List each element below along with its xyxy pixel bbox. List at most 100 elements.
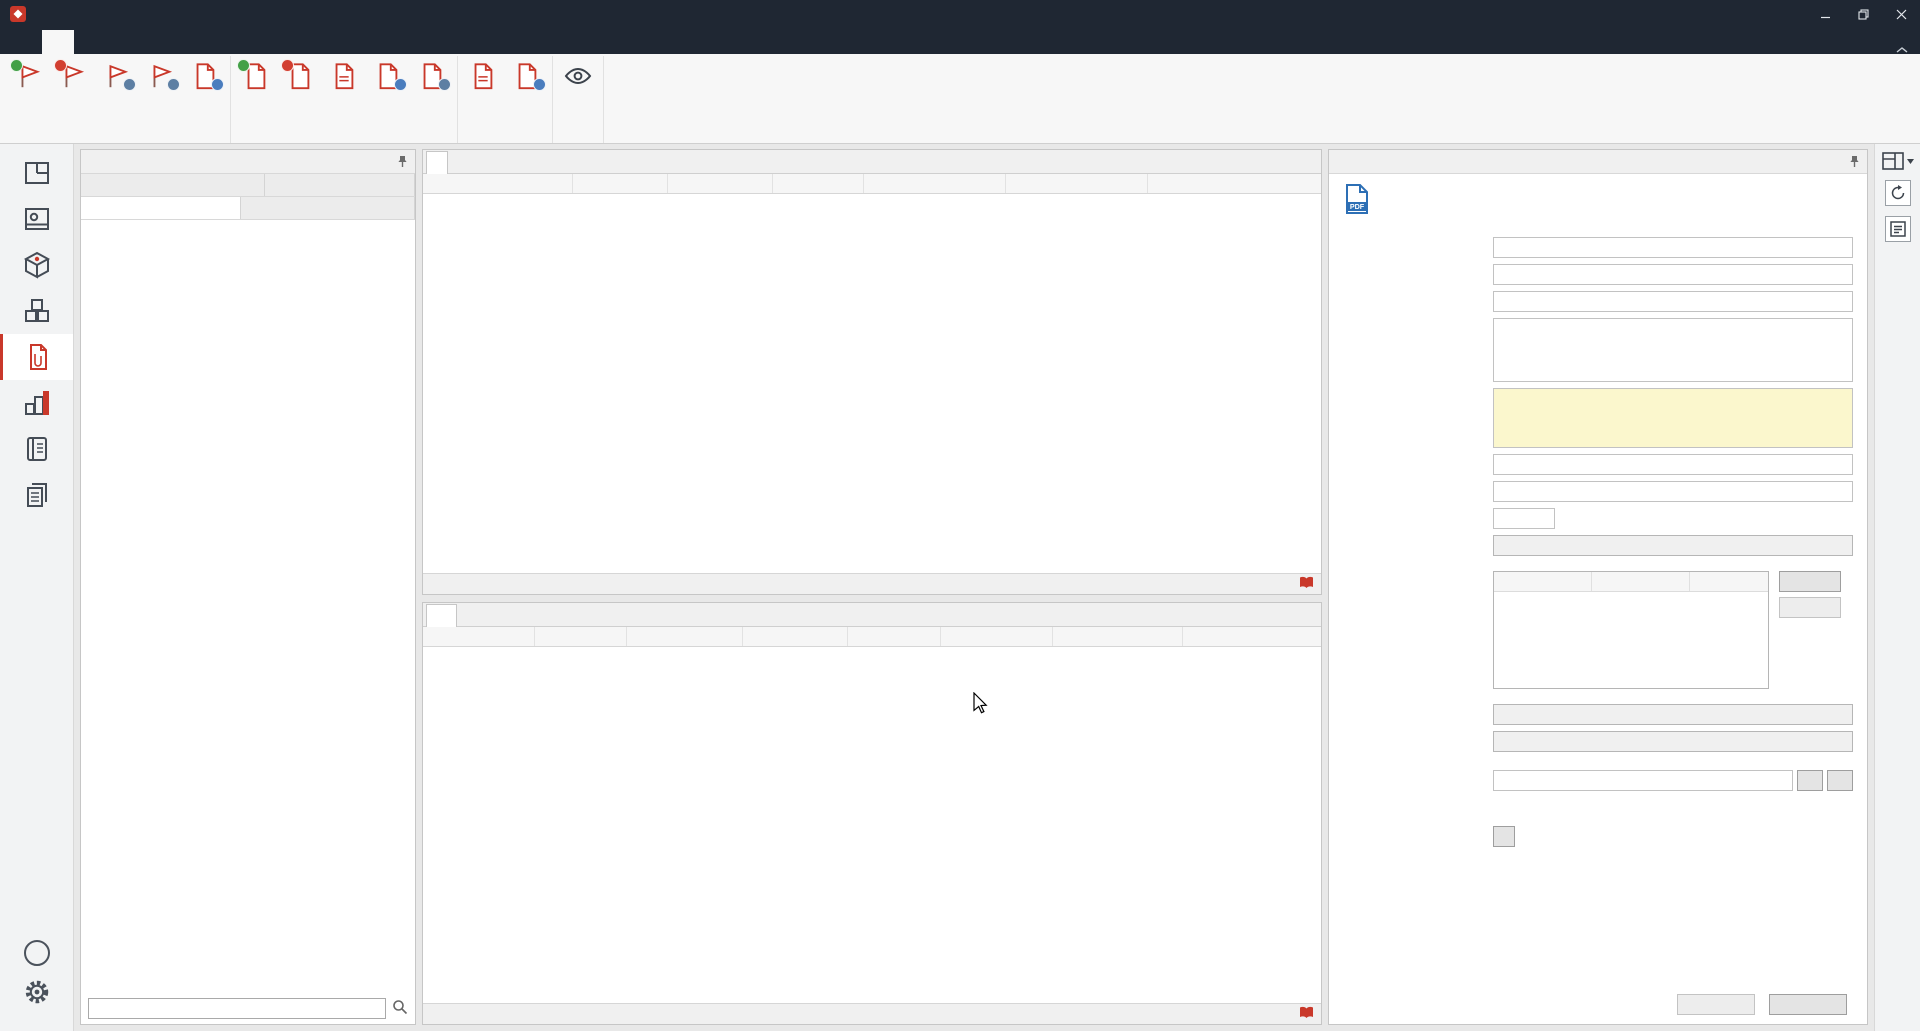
modified-label [1343, 481, 1493, 484]
column-header-time[interactable] [941, 627, 1053, 646]
close-button[interactable] [1882, 0, 1920, 28]
open-document-button[interactable] [322, 56, 366, 93]
close-icon [1896, 9, 1907, 20]
omniclass-field[interactable] [1493, 770, 1793, 791]
history-panel-button[interactable] [1885, 180, 1911, 206]
arrow-up-badge-icon [123, 78, 136, 91]
layout-options-button[interactable] [1882, 152, 1914, 170]
version-field[interactable] [1493, 508, 1555, 529]
edit-categories-button[interactable] [1779, 571, 1841, 592]
milestones-dropdown[interactable] [1493, 731, 1853, 752]
ribbon-group-documents [231, 56, 458, 143]
replace-document-button[interactable] [410, 56, 454, 93]
equipment-status-dropdown[interactable] [1493, 704, 1853, 725]
dc-column-name[interactable] [1494, 572, 1592, 591]
module-reports-button[interactable] [0, 472, 73, 518]
responsibility-dropdown[interactable] [1493, 535, 1853, 556]
cell-description [668, 194, 773, 213]
column-header-note[interactable] [848, 627, 941, 646]
module-room-data-button[interactable] [0, 196, 73, 242]
omniclass-browse-button[interactable] [1797, 770, 1823, 791]
nav-tab-omniclass[interactable] [241, 197, 415, 219]
help-button[interactable] [24, 940, 50, 966]
checklist-panel-button[interactable] [1885, 216, 1911, 242]
tab-documents[interactable] [42, 30, 74, 54]
revisions-grid-tab[interactable] [426, 604, 457, 627]
minimize-button[interactable] [1806, 0, 1844, 28]
download-badge-icon [394, 78, 407, 91]
module-products-button[interactable] [0, 288, 73, 334]
download-document-button[interactable] [366, 56, 410, 93]
open-revision-button[interactable] [461, 56, 505, 93]
column-header-document-id[interactable] [423, 627, 535, 646]
chevron-up-icon [1896, 46, 1908, 54]
created-field [1493, 454, 1853, 475]
nav-tab-equipment-status[interactable] [81, 174, 265, 196]
column-header-name[interactable] [423, 174, 573, 193]
show-details-button[interactable] [556, 56, 600, 93]
column-header-description[interactable] [668, 174, 773, 193]
pin-properties-panel-button[interactable] [1849, 155, 1860, 168]
column-header-revision[interactable] [535, 627, 627, 646]
ribbon-tab-row [0, 28, 1920, 54]
column-header-updated-by[interactable] [1006, 174, 1148, 193]
column-header-file-type[interactable] [573, 174, 668, 193]
omniclass-clear-button[interactable] [1827, 770, 1853, 791]
collapse-ribbon-button[interactable] [1896, 46, 1908, 54]
link-to-button[interactable] [1493, 826, 1515, 847]
search-button[interactable] [392, 999, 408, 1018]
module-systems-button[interactable] [0, 380, 73, 426]
ribbon-group-layout [553, 56, 604, 143]
module-items-button[interactable] [0, 242, 73, 288]
open-report-button[interactable] [1299, 576, 1314, 592]
module-logs-button[interactable] [0, 426, 73, 472]
dc-cell-name[interactable] [1494, 592, 1592, 612]
column-header-created-by[interactable] [864, 174, 1006, 193]
rooms-icon [22, 158, 52, 188]
module-documents-button[interactable] [0, 334, 73, 380]
delete-category-button[interactable] [51, 56, 95, 93]
documents-panel [422, 149, 1322, 595]
column-header-file-name[interactable] [627, 627, 743, 646]
name-label [1343, 237, 1493, 240]
save-button[interactable] [1769, 994, 1847, 1015]
tab-home[interactable] [10, 30, 42, 54]
tree-item[interactable] [81, 234, 415, 254]
settings-button[interactable] [23, 978, 51, 1009]
open-report-button[interactable] [1299, 1006, 1314, 1022]
revisions-statusbar [423, 1003, 1321, 1024]
documents-icon [23, 342, 53, 372]
cell-created-by [864, 194, 1006, 213]
nav-tab-milestones[interactable] [265, 174, 415, 196]
add-document-button[interactable] [234, 56, 278, 93]
nav-tab-document-category[interactable] [81, 197, 241, 219]
remove-category-button[interactable] [1779, 597, 1841, 618]
name-field[interactable] [1493, 237, 1853, 258]
restore-button[interactable] [1844, 0, 1882, 28]
note-field[interactable] [1493, 388, 1853, 448]
document-category-row[interactable] [1494, 592, 1768, 612]
column-header-user[interactable] [1053, 627, 1183, 646]
description-field[interactable] [1493, 318, 1853, 382]
new-category-button[interactable] [7, 56, 51, 93]
move-category-up-button[interactable] [95, 56, 139, 93]
revision-row[interactable] [423, 647, 1321, 666]
minus-badge-icon [54, 59, 67, 72]
documents-grid-tab[interactable] [426, 151, 448, 174]
download-badge-icon [533, 78, 546, 91]
pin-navigation-pane-button[interactable] [397, 155, 408, 168]
download-all-button[interactable] [183, 56, 227, 93]
download-revision-button[interactable] [505, 56, 549, 93]
document-row[interactable] [423, 194, 1321, 213]
undo-button[interactable] [1677, 994, 1755, 1015]
dc-cell-full-name[interactable] [1592, 592, 1690, 612]
responsibility-label [1343, 535, 1493, 538]
delete-document-button[interactable] [278, 56, 322, 93]
module-rooms-button[interactable] [0, 150, 73, 196]
cell-file-type [573, 194, 668, 213]
category-search-input[interactable] [88, 998, 386, 1019]
dc-column-full-name[interactable] [1592, 572, 1690, 591]
column-header-size[interactable] [773, 174, 864, 193]
column-header-size[interactable] [743, 627, 848, 646]
move-category-down-button[interactable] [139, 56, 183, 93]
